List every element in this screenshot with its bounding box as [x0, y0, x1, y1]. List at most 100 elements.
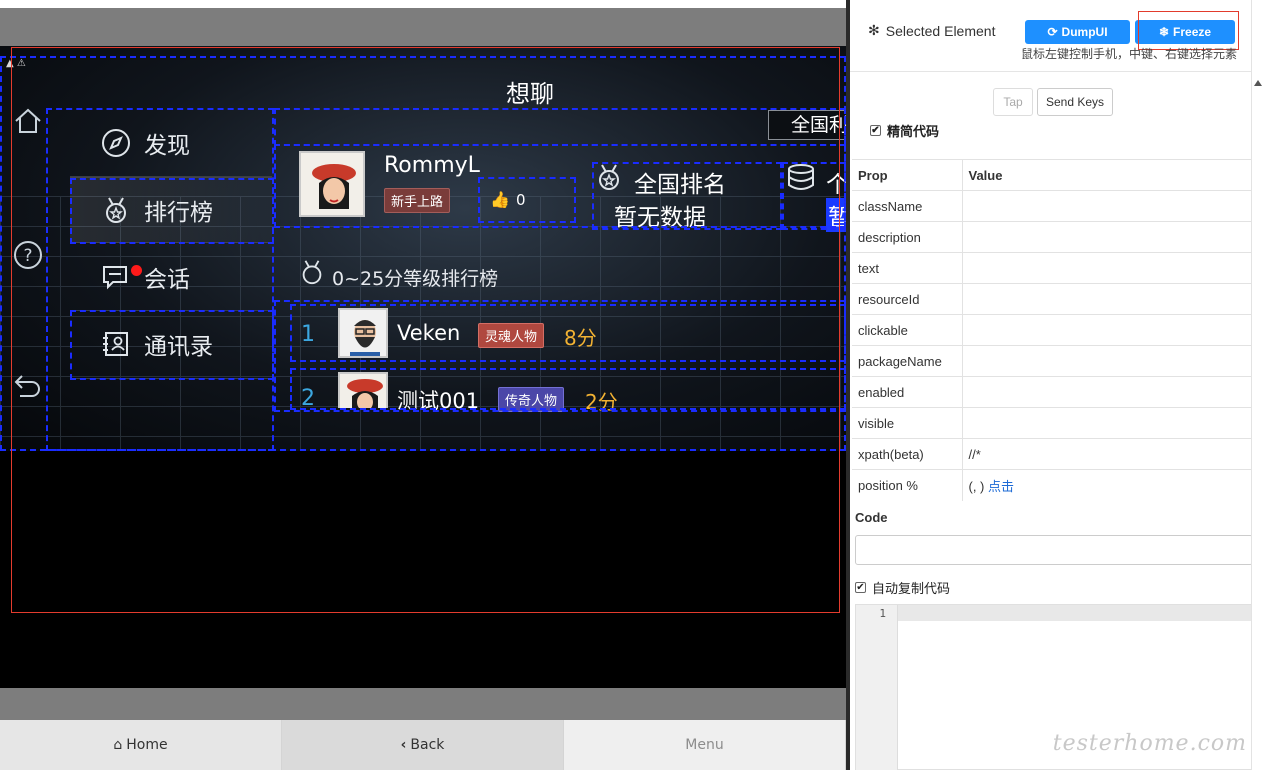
nav-item-contacts[interactable]: 通讯录	[70, 311, 272, 377]
stat-value: 暂	[826, 198, 846, 232]
app-screen: ▲ ⚠ 想聊 ? 发现 排行榜 会话 通讯录 全国利 RommyL 新手上路 👍…	[0, 46, 846, 451]
chevron-left-icon: ‹	[400, 737, 407, 753]
back-button[interactable]: ‹ Back	[282, 720, 564, 770]
dumpui-button[interactable]: ⟳ DumpUI	[1025, 20, 1130, 44]
user-name: Veken	[397, 321, 461, 345]
nav-item-label: 排行榜	[144, 200, 213, 226]
control-hint: 鼠标左键控制手机，中键、右键选择元素	[1021, 47, 1238, 61]
prop-value[interactable]	[962, 252, 1251, 284]
prop-key: description	[852, 221, 963, 253]
hierarchy-box	[274, 108, 846, 146]
table-row: clickable	[852, 314, 1251, 346]
user-name: 测试001	[397, 389, 480, 413]
simplify-code-checkbox[interactable]: ✔ 精简代码	[870, 121, 939, 140]
nav-item-label: 会话	[144, 267, 190, 293]
prop-key: position %	[852, 469, 963, 501]
level-badge: 新手上路	[384, 188, 451, 213]
score: 8分	[564, 326, 597, 350]
tap-button[interactable]: Tap	[993, 88, 1033, 116]
back-arrow-icon[interactable]	[11, 368, 45, 407]
asterisk-icon: ✻	[868, 22, 880, 38]
prop-key: enabled	[852, 376, 963, 408]
prop-value[interactable]	[962, 190, 1251, 222]
table-row: resourceId	[852, 283, 1251, 315]
send-keys-button[interactable]: Send Keys	[1037, 88, 1113, 116]
home-button-label: Home	[126, 737, 168, 753]
code-input[interactable]	[855, 535, 1253, 565]
table-row: description	[852, 221, 1251, 253]
prop-value[interactable]: //*	[962, 438, 1251, 470]
line-number: 1	[879, 607, 886, 620]
chat-icon	[100, 261, 132, 293]
profile-name: RommyL	[384, 153, 480, 178]
stat-title: 全国排名	[634, 172, 726, 198]
column-header-prop: Prop	[852, 159, 963, 191]
prop-key: visible	[852, 407, 963, 439]
checkbox-checked-icon: ✔	[870, 125, 881, 136]
avatar	[338, 308, 388, 358]
watermark: testerhome.com	[1052, 731, 1247, 756]
score: 2分	[585, 390, 618, 414]
prop-value[interactable]	[962, 407, 1251, 439]
prop-value[interactable]	[962, 345, 1251, 377]
prop-value[interactable]	[962, 314, 1251, 346]
nav-item-discover[interactable]: 发现	[70, 110, 272, 176]
simplify-code-label: 精简代码	[887, 124, 940, 139]
stat-value: 暂无数据	[614, 205, 706, 231]
device-screen[interactable]: ▲ ⚠ 想聊 ? 发现 排行榜 会话 通讯录 全国利 RommyL 新手上路 👍…	[0, 46, 846, 688]
thumbs-up-icon[interactable]: 👍	[490, 190, 510, 209]
home-icon[interactable]	[11, 106, 45, 143]
device-viewer: ▲ ⚠ 想聊 ? 发现 排行榜 会话 通讯录 全国利 RommyL 新手上路 👍…	[0, 0, 846, 720]
nav-item-label: 发现	[144, 133, 190, 159]
back-button-label: Back	[410, 737, 445, 753]
nav-item-chat[interactable]: 会话	[70, 244, 272, 310]
prop-value: (, ) 点击	[962, 469, 1251, 501]
table-row: visible	[852, 407, 1251, 439]
prop-value[interactable]	[962, 376, 1251, 408]
table-row: position % (, ) 点击	[852, 469, 1251, 501]
help-circle-icon[interactable]: ?	[11, 239, 45, 278]
prop-value[interactable]	[962, 221, 1251, 253]
position-value: (, )	[968, 478, 985, 494]
home-icon: ⌂	[113, 737, 123, 753]
page-scrollbar[interactable]	[1251, 0, 1263, 770]
contacts-icon	[100, 328, 132, 360]
table-row: text	[852, 252, 1251, 284]
rank-badge: 灵魂人物	[478, 323, 545, 348]
prop-key: text	[852, 252, 963, 284]
nav-item-leaderboard[interactable]: 排行榜	[70, 177, 272, 243]
app-title: 想聊	[506, 80, 554, 108]
rank-badge: 传奇人物	[498, 387, 565, 412]
table-row: enabled	[852, 376, 1251, 408]
menu-button[interactable]: Menu	[564, 720, 846, 770]
medal-icon	[594, 162, 624, 196]
nav-item-label: 通讯录	[144, 334, 213, 360]
tab-national[interactable]: 全国利	[768, 110, 846, 140]
prop-key: clickable	[852, 314, 963, 346]
leaderboard-title: 0~25分等级排行榜	[332, 268, 499, 290]
prop-value[interactable]	[962, 283, 1251, 315]
properties-table: Prop Value className description text re…	[852, 159, 1251, 501]
avatar	[338, 372, 388, 408]
code-label: Code	[855, 510, 888, 525]
refresh-icon: ⟳	[1047, 25, 1058, 39]
avatar	[299, 151, 365, 217]
medal-icon	[298, 258, 326, 290]
auto-copy-checkbox[interactable]: ✔ 自动复制代码	[855, 578, 950, 597]
home-button[interactable]: ⌂ Home	[0, 720, 282, 770]
editor-gutter: 1	[856, 605, 898, 770]
compass-icon	[100, 127, 132, 159]
rank-number: 1	[301, 322, 315, 347]
prop-key: resourceId	[852, 283, 963, 315]
unread-dot	[131, 265, 142, 276]
inspector-panel: ✻ Selected Element ⟳ DumpUI ❄ Freeze 鼠标左…	[846, 0, 1254, 770]
warning-triangle-icon: ▲ ⚠	[6, 58, 26, 69]
prop-key: xpath(beta)	[852, 438, 963, 470]
checkbox-checked-icon: ✔	[855, 582, 866, 593]
like-count: 0	[516, 191, 526, 209]
rank-number: 2	[301, 386, 315, 411]
column-header-value: Value	[962, 159, 1251, 191]
click-position-link[interactable]: 点击	[988, 479, 1014, 494]
scroll-up-icon[interactable]	[1254, 80, 1262, 86]
menu-button-label: Menu	[685, 737, 724, 753]
